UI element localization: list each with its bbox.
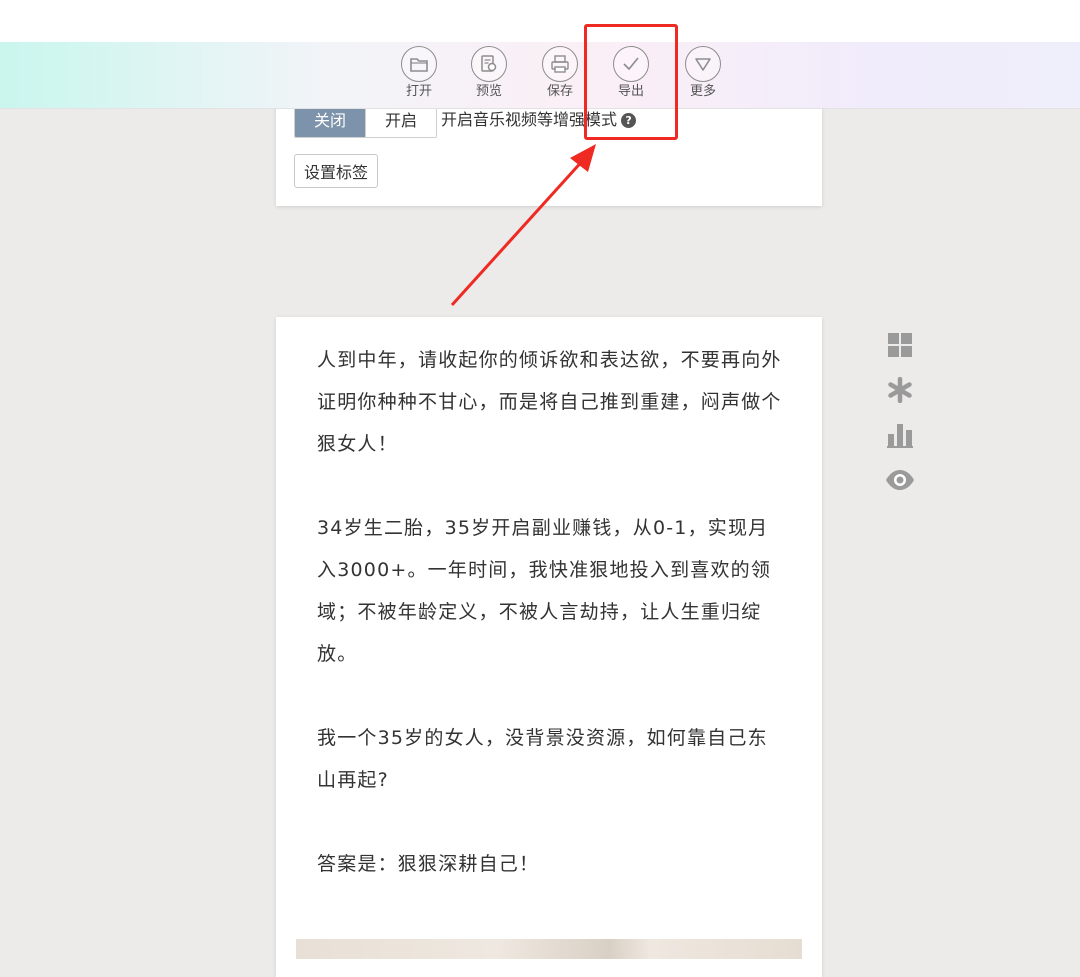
toolbar-save-button[interactable]: 保存 [532, 46, 588, 99]
grid-icon[interactable] [884, 330, 916, 360]
toolbar-open-label: 打开 [405, 84, 432, 99]
asterisk-icon[interactable] [884, 375, 916, 405]
article-card: 人到中年，请收起你的倾诉欲和表达欲，不要再向外证明你种种不甘心，而是将自己推到重… [276, 317, 822, 977]
article-image [296, 939, 802, 959]
article-paragraph: 我一个35岁的女人，没背景没资源，如何靠自己东山再起? [317, 727, 768, 791]
eye-icon[interactable] [884, 465, 916, 495]
chevron-down-icon [685, 46, 721, 82]
bar-chart-icon[interactable] [884, 420, 916, 450]
article-paragraph: 答案是：狠狠深耕自己！ [317, 853, 540, 875]
editor-toolbar: 打开 预览 保存 导出 更多 [0, 42, 1080, 109]
toolbar-preview-label: 预览 [475, 84, 502, 99]
folder-icon [401, 46, 437, 82]
toolbar-save-label: 保存 [546, 84, 573, 99]
set-tags-button[interactable]: 设置标签 [294, 154, 379, 188]
save-icon [542, 46, 578, 82]
preview-icon [471, 46, 507, 82]
toolbar-open-button[interactable]: 打开 [391, 46, 447, 99]
side-toolbar [884, 330, 916, 510]
top-white-strip [0, 0, 1080, 42]
export-highlight-box [584, 24, 678, 140]
toolbar-more-button[interactable]: 更多 [675, 46, 731, 99]
toolbar-more-label: 更多 [689, 84, 716, 99]
article-paragraph: 人到中年，请收起你的倾诉欲和表达欲，不要再向外证明你种种不甘心，而是将自己推到重… [317, 349, 782, 455]
toolbar-preview-button[interactable]: 预览 [461, 46, 517, 99]
article-paragraph: 34岁生二胎，35岁开启副业赚钱，从0-1，实现月入3000+。一年时间，我快准… [317, 517, 772, 665]
